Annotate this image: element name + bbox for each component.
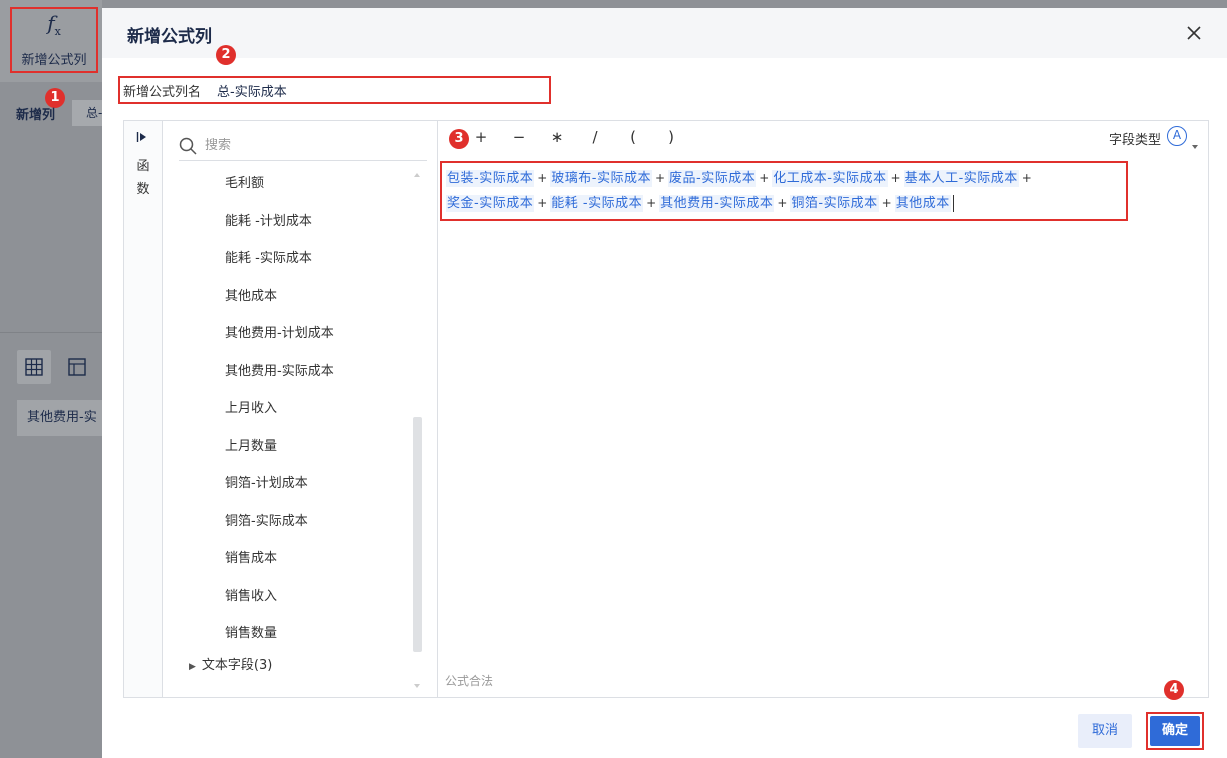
formula-token[interactable]: 包装-实际成本 — [446, 170, 535, 187]
field-search — [179, 131, 427, 161]
formula-panel: + − ∗ / ( ) 3 字段类型 A 包装-实际成本 + 玻璃布-实际成本 + 废品… — [438, 121, 1208, 697]
formula-token[interactable]: 废品-实际成本 — [668, 170, 757, 187]
formula-token[interactable]: 化工成本-实际成本 — [772, 170, 888, 187]
field-item[interactable]: 其他费用-实际成本 — [163, 353, 411, 391]
tab-partial[interactable]: 总- — [72, 100, 102, 126]
formula-operator: + — [537, 196, 548, 210]
field-list-panel: 毛利额 能耗 -计划成本 能耗 -实际成本 其他成本 其他费用-计划成本 其他费… — [163, 121, 438, 697]
formula-editor: 函数 毛利额 能耗 -计划成本 能耗 -实际成本 其他成本 其他费用-计划成本 … — [123, 120, 1209, 698]
function-panel-toggle-column[interactable]: 函数 — [124, 121, 163, 697]
step-badge-2: 2 — [216, 45, 236, 65]
text-fields-group-label: 文本字段(3) — [201, 658, 273, 673]
field-type-icon[interactable]: A — [1167, 126, 1187, 146]
background-field-chip[interactable]: 其他费用-实 — [17, 400, 102, 436]
grid-view-icon[interactable] — [17, 350, 51, 384]
formula-operator: + — [881, 196, 892, 210]
field-item[interactable]: 销售成本 — [163, 540, 411, 578]
layout-view-icon[interactable] — [60, 350, 94, 384]
text-fields-group[interactable]: ▶ 文本字段(3) — [189, 654, 272, 673]
expand-functions-icon[interactable] — [136, 131, 148, 146]
field-item[interactable]: 能耗 -实际成本 — [163, 240, 411, 278]
step-badge-3: 3 — [449, 129, 469, 149]
text-cursor — [952, 195, 954, 212]
field-item[interactable]: 其他费用-计划成本 — [163, 315, 411, 353]
scrollbar-thumb[interactable] — [413, 417, 422, 652]
formula-operator: + — [890, 171, 901, 185]
column-name-input[interactable] — [217, 82, 518, 98]
confirm-button[interactable]: 确定 — [1150, 716, 1200, 746]
dialog-title: 新增公式列 — [127, 27, 212, 47]
field-item[interactable]: 能耗 -计划成本 — [163, 203, 411, 241]
field-list: 毛利额 能耗 -计划成本 能耗 -实际成本 其他成本 其他费用-计划成本 其他费… — [163, 165, 411, 653]
field-item[interactable]: 上月收入 — [163, 390, 411, 428]
formula-operator: + — [759, 171, 770, 185]
formula-token[interactable]: 能耗 -实际成本 — [550, 195, 644, 212]
operator-right-paren-button[interactable]: ) — [652, 127, 690, 147]
field-item[interactable]: 铜箔-实际成本 — [163, 503, 411, 541]
operator-minus-button[interactable]: − — [500, 127, 538, 147]
operator-divide-button[interactable]: / — [576, 127, 614, 147]
operator-left-paren-button[interactable]: ( — [614, 127, 652, 147]
field-type-label: 字段类型 — [1108, 133, 1161, 148]
close-icon[interactable] — [1183, 22, 1205, 44]
cancel-button[interactable]: 取消 — [1078, 714, 1132, 748]
formula-icon: fx — [47, 11, 61, 38]
field-item[interactable]: 销售收入 — [163, 578, 411, 616]
tab-new-column[interactable]: 新增列 — [16, 104, 55, 123]
add-formula-column-button[interactable]: fx 新增公式列 — [10, 7, 98, 73]
confirm-button-highlight: 确定 — [1146, 712, 1204, 750]
search-icon — [179, 137, 197, 155]
formula-input-area[interactable]: 包装-实际成本 + 玻璃布-实际成本 + 废品-实际成本 + 化工成本-实际成本 + 基本人工-… — [440, 161, 1128, 221]
formula-operator: + — [654, 171, 666, 185]
step-badge-4: 4 — [1164, 680, 1184, 700]
field-item[interactable]: 毛利额 — [163, 165, 411, 203]
background-panel: fx 新增公式列 1 新增列 总- 其他费用-实 — [0, 0, 102, 758]
operator-toolbar: + − ∗ / ( ) — [462, 127, 690, 147]
formula-token[interactable]: 铜箔-实际成本 — [790, 195, 879, 212]
dialog-header: 新增公式列 — [102, 8, 1227, 58]
background-divider — [0, 332, 102, 333]
formula-token[interactable]: 基本人工-实际成本 — [903, 170, 1019, 187]
formula-operator: + — [777, 196, 788, 210]
field-item[interactable]: 铜箔-计划成本 — [163, 465, 411, 503]
scroll-up-icon[interactable] — [414, 173, 420, 177]
field-item[interactable]: 销售数量 — [163, 615, 411, 653]
search-input[interactable] — [205, 138, 405, 153]
functions-label: 函数 — [136, 159, 150, 197]
formula-token[interactable]: 奖金-实际成本 — [446, 195, 535, 212]
formula-token[interactable]: 玻璃布-实际成本 — [550, 170, 652, 187]
column-name-row: 新增公式列名 — [118, 76, 551, 104]
field-item[interactable]: 上月数量 — [163, 428, 411, 466]
add-formula-dialog: 新增公式列 2 新增公式列名 函数 毛利额 能耗 -计划成本 能耗 -实际成本 … — [102, 8, 1227, 758]
add-formula-column-label: 新增公式列 — [21, 53, 87, 68]
formula-operator: + — [1021, 171, 1032, 185]
field-type-dropdown-icon[interactable] — [1192, 145, 1198, 149]
expand-triangle-icon: ▶ — [189, 662, 196, 672]
formula-token[interactable]: 其他成本 — [894, 195, 951, 212]
formula-token[interactable]: 其他费用-实际成本 — [659, 195, 775, 212]
formula-operator: + — [646, 196, 657, 210]
scroll-down-icon[interactable] — [414, 684, 420, 688]
formula-status: 公式合法 — [445, 674, 494, 688]
operator-multiply-button[interactable]: ∗ — [538, 127, 576, 147]
formula-operator: + — [537, 171, 548, 185]
column-name-label: 新增公式列名 — [123, 84, 202, 100]
field-list-scrollbar[interactable] — [412, 173, 423, 688]
field-item[interactable]: 其他成本 — [163, 278, 411, 316]
